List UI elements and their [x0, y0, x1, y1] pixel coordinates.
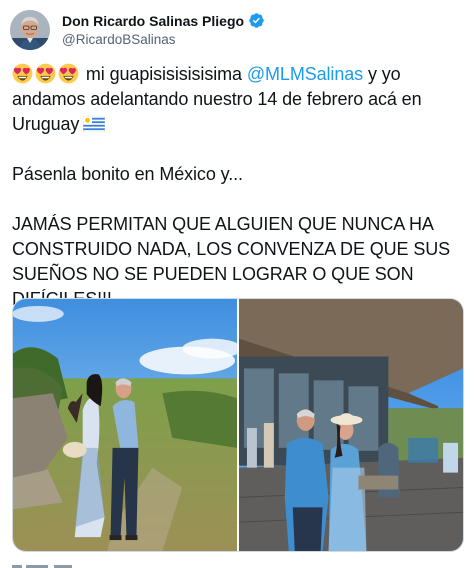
tweet-paragraph-3: JAMÁS PERMITAN QUE ALGUIEN QUE NUNCA HA …	[12, 214, 451, 309]
author-handle[interactable]: @RicardoBSalinas	[62, 31, 265, 49]
verified-badge-icon	[248, 12, 265, 29]
uruguay-flag-icon	[83, 114, 106, 133]
mention-link[interactable]: @MLMSalinas	[247, 64, 363, 84]
heart-eyes-emoji	[12, 63, 33, 84]
avatar[interactable]	[10, 10, 50, 50]
couple-hillside-photo[interactable]	[13, 299, 237, 551]
couple-terrace-photo[interactable]	[239, 299, 463, 551]
tweet-header: Don Ricardo Salinas Pliego @RicardoBSali…	[10, 9, 265, 51]
tweet-paragraph-2: Pásenla bonito en México y...	[12, 164, 243, 184]
heart-eyes-emoji	[58, 63, 79, 84]
media-grid	[12, 298, 464, 552]
tweet-footer-cutoff	[12, 558, 132, 568]
tweet-text: mi guapisisisisisima @MLMSalinas y yo an…	[12, 62, 464, 312]
tweet-text-segment: mi guapisisisisisima	[81, 64, 247, 84]
heart-eyes-emoji	[35, 63, 56, 84]
author-display-name[interactable]: Don Ricardo Salinas Pliego	[62, 12, 244, 30]
tweet-paragraph-1: mi guapisisisisisima @MLMSalinas y yo an…	[12, 62, 464, 137]
